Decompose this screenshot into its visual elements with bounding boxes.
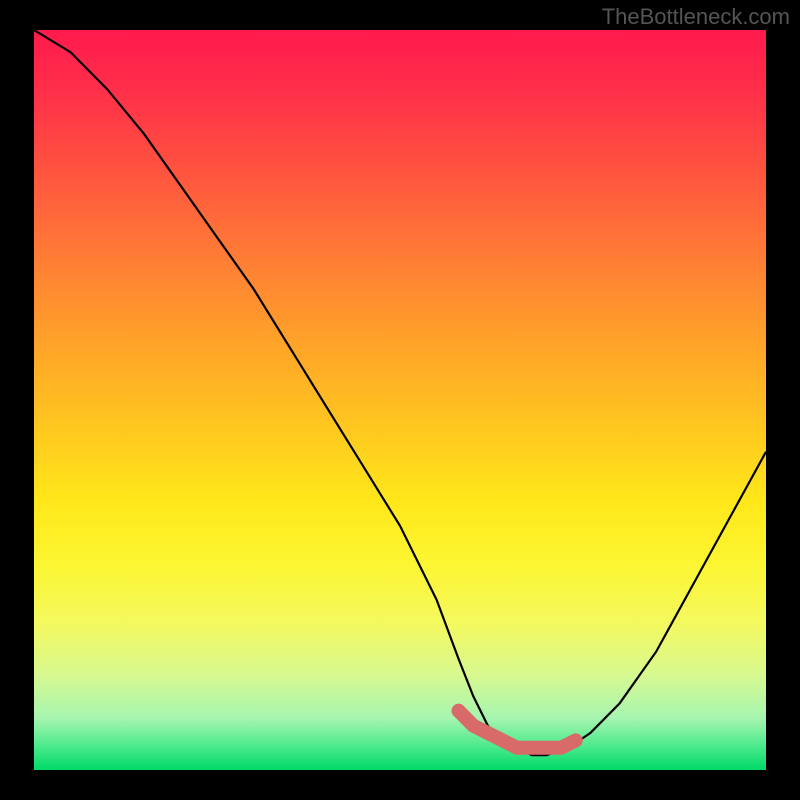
highlight-dot: [452, 704, 466, 718]
chart-plot-area: [34, 30, 766, 770]
bottleneck-curve-path: [34, 30, 766, 755]
chart-svg: [34, 30, 766, 770]
watermark-text: TheBottleneck.com: [602, 4, 790, 30]
highlight-band-path: [459, 711, 576, 748]
